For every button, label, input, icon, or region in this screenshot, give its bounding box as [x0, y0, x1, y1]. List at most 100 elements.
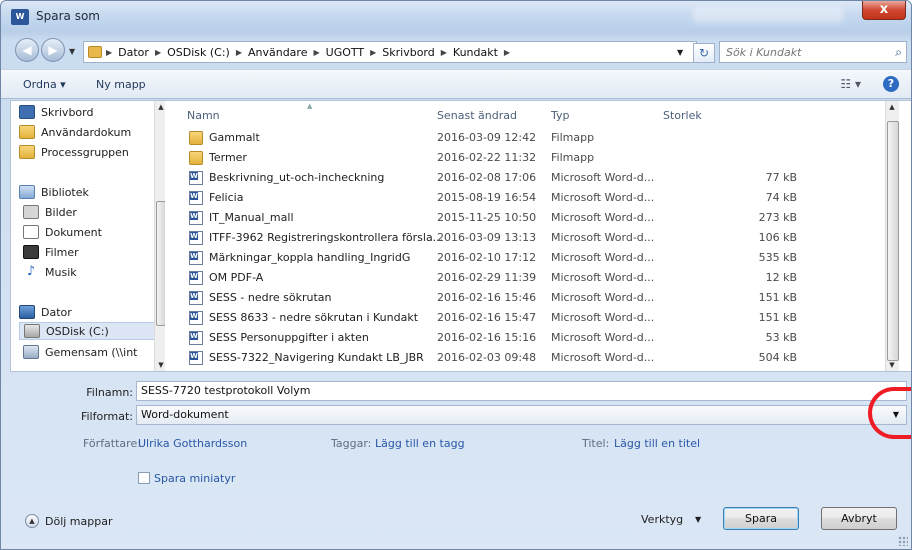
column-header-size[interactable]: Storlek — [663, 109, 702, 122]
scroll-down-icon[interactable]: ▼ — [155, 359, 165, 371]
search-input[interactable] — [720, 42, 880, 62]
breadcrumb-item[interactable]: Användare — [248, 46, 308, 59]
scrollbar-thumb[interactable] — [887, 121, 899, 361]
file-type: Microsoft Word-d... — [551, 291, 655, 304]
save-thumbnail-checkbox[interactable] — [138, 472, 150, 484]
file-list-scrollbar[interactable]: ▲ ▼ — [885, 101, 899, 371]
cancel-button[interactable]: Avbryt — [821, 507, 897, 530]
forward-button[interactable]: ▶ — [41, 38, 65, 62]
hide-folders-toggle[interactable]: ▲ Dölj mappar — [25, 514, 113, 528]
chevron-right-icon[interactable]: ▶ — [313, 48, 319, 57]
chevron-down-icon[interactable]: ▼ — [695, 515, 701, 524]
table-row[interactable]: Märkningar_koppla handling_IngridG 2016-0… — [167, 249, 897, 268]
file-type: Microsoft Word-d... — [551, 211, 655, 224]
nav-item-osdisk[interactable]: OSDisk (C:) — [19, 322, 159, 340]
file-name: ITFF-3962 Registreringskontrollera försl… — [209, 231, 444, 244]
breadcrumb-item[interactable]: UGOTT — [326, 46, 364, 59]
chevron-right-icon[interactable]: ▶ — [504, 48, 510, 57]
table-row[interactable]: OM PDF-A 2016-02-29 11:39 Microsoft Word-d… — [167, 269, 897, 288]
breadcrumb-item[interactable]: Kundakt — [453, 46, 498, 59]
chevron-up-icon: ▲ — [25, 514, 39, 528]
scroll-down-icon[interactable]: ▼ — [886, 359, 898, 371]
chevron-right-icon[interactable]: ▶ — [370, 48, 376, 57]
file-type: Microsoft Word-d... — [551, 311, 655, 324]
nav-item-dator[interactable]: Dator — [19, 303, 72, 321]
chevron-right-icon[interactable]: ▶ — [236, 48, 242, 57]
recent-locations-dropdown[interactable]: ▼ — [69, 47, 75, 56]
tools-menu[interactable]: Verktyg — [641, 513, 683, 526]
title-value[interactable]: Lägg till en titel — [614, 437, 700, 450]
column-header-type[interactable]: Typ — [551, 109, 570, 122]
title-label: Titel: — [582, 437, 610, 450]
nav-item-dokument[interactable]: Dokument — [23, 223, 102, 241]
nav-item-bibliotek[interactable]: Bibliotek — [19, 183, 89, 201]
resize-grip[interactable] — [898, 536, 908, 546]
search-box[interactable]: ⌕ — [719, 41, 907, 63]
nav-item-label: Användardokum — [41, 125, 132, 139]
format-label: Filformat: — [80, 410, 133, 423]
column-header-name[interactable]: Namn — [187, 109, 220, 122]
nav-item-filmer[interactable]: Filmer — [23, 243, 79, 261]
refresh-icon[interactable]: ↻ — [693, 43, 715, 63]
nav-item-processgruppen[interactable]: Processgruppen — [19, 143, 129, 161]
table-row[interactable]: Gammalt 2016-03-09 12:42 Filmapp — [167, 129, 897, 148]
breadcrumb-item[interactable]: Skrivbord — [382, 46, 434, 59]
new-folder-button[interactable]: Ny mapp — [96, 78, 146, 91]
nav-item-bilder[interactable]: Bilder — [23, 203, 77, 221]
navigation-pane: Skrivbord Användardokum Processgruppen B… — [11, 101, 165, 371]
word-document-icon — [189, 271, 203, 285]
nav-pane-scrollbar[interactable]: ▲ ▼ — [154, 101, 165, 371]
table-row[interactable]: Felicia 2015-08-19 16:54 Microsoft Word-d.… — [167, 189, 897, 208]
back-button[interactable]: ◀ — [15, 38, 39, 62]
file-type: Microsoft Word-d... — [551, 271, 655, 284]
file-name: Termer — [209, 151, 247, 164]
file-type: Microsoft Word-d... — [551, 231, 655, 244]
table-row[interactable]: Termer 2016-02-22 11:32 Filmapp — [167, 149, 897, 168]
sort-ascending-icon: ▲ — [307, 102, 313, 110]
tags-label: Taggar: — [331, 437, 372, 450]
chevron-right-icon[interactable]: ▶ — [155, 48, 161, 57]
authors-value[interactable]: Ulrika Gotthardsson — [138, 437, 247, 450]
organize-menu[interactable]: Ordna ▾ — [23, 78, 66, 91]
table-row[interactable]: ITFF-3962 Registreringskontrollera försl… — [167, 229, 897, 248]
save-button[interactable]: Spara — [723, 507, 799, 530]
nav-item-skrivbord[interactable]: Skrivbord — [19, 103, 93, 121]
file-date: 2015-08-19 16:54 — [437, 191, 537, 204]
nav-item-gemensam[interactable]: Gemensam (\\int — [23, 343, 137, 361]
table-row[interactable]: SESS-7322_Navigering Kundakt LB_JBR 2016-… — [167, 349, 897, 368]
word-document-icon — [189, 251, 203, 265]
table-row[interactable]: SESS Personuppgifter i akten 2016-02-16 1… — [167, 329, 897, 348]
library-icon — [19, 185, 35, 199]
address-dropdown-arrow[interactable]: ▼ — [677, 48, 683, 57]
window-title: Spara som — [36, 9, 100, 23]
table-row[interactable]: IT_Manual_mall 2015-11-25 10:50 Microsoft … — [167, 209, 897, 228]
column-header-date[interactable]: Senast ändrad — [437, 109, 517, 122]
view-options-icon[interactable]: ☷ ▾ — [840, 77, 861, 91]
close-button[interactable]: x — [862, 1, 906, 20]
scroll-up-icon[interactable]: ▲ — [886, 101, 898, 113]
breadcrumb-item[interactable]: Dator — [118, 46, 149, 59]
title-bar[interactable]: W Spara som x — [1, 1, 911, 31]
save-thumbnail-label[interactable]: Spara miniatyr — [154, 472, 235, 485]
search-icon[interactable]: ⌕ — [895, 45, 902, 60]
breadcrumb-item[interactable]: OSDisk (C:) — [167, 46, 230, 59]
scrollbar-thumb[interactable] — [156, 201, 165, 326]
chevron-right-icon[interactable]: ▶ — [106, 48, 112, 57]
nav-item-anvandardokument[interactable]: Användardokum — [19, 123, 131, 141]
nav-item-label: Processgruppen — [41, 145, 129, 159]
table-row[interactable]: Beskrivning_ut-och-incheckning 2016-02-08… — [167, 169, 897, 188]
nav-item-musik[interactable]: ♪ Musik — [23, 263, 77, 281]
file-type: Microsoft Word-d... — [551, 251, 655, 264]
filename-input[interactable]: SESS-7720 testprotokoll Volym — [136, 381, 907, 401]
chevron-right-icon[interactable]: ▶ — [441, 48, 447, 57]
format-select[interactable]: Word-dokument ▼ — [136, 405, 907, 425]
table-row[interactable]: SESS 8633 - nedre sökrutan i Kundakt 2016… — [167, 309, 897, 328]
file-name: SESS Personuppgifter i akten — [209, 331, 369, 344]
tags-value[interactable]: Lägg till en tagg — [375, 437, 465, 450]
documents-icon — [23, 225, 39, 239]
address-bar[interactable]: ▶ Dator ▶ OSDisk (C:) ▶ Användare ▶ UGOT… — [83, 41, 697, 63]
help-icon[interactable]: ? — [883, 76, 899, 92]
scroll-up-icon[interactable]: ▲ — [155, 101, 165, 113]
table-row[interactable]: SESS - nedre sökrutan 2016-02-16 15:46 Mic… — [167, 289, 897, 308]
nav-item-label: Skrivbord — [41, 105, 94, 119]
